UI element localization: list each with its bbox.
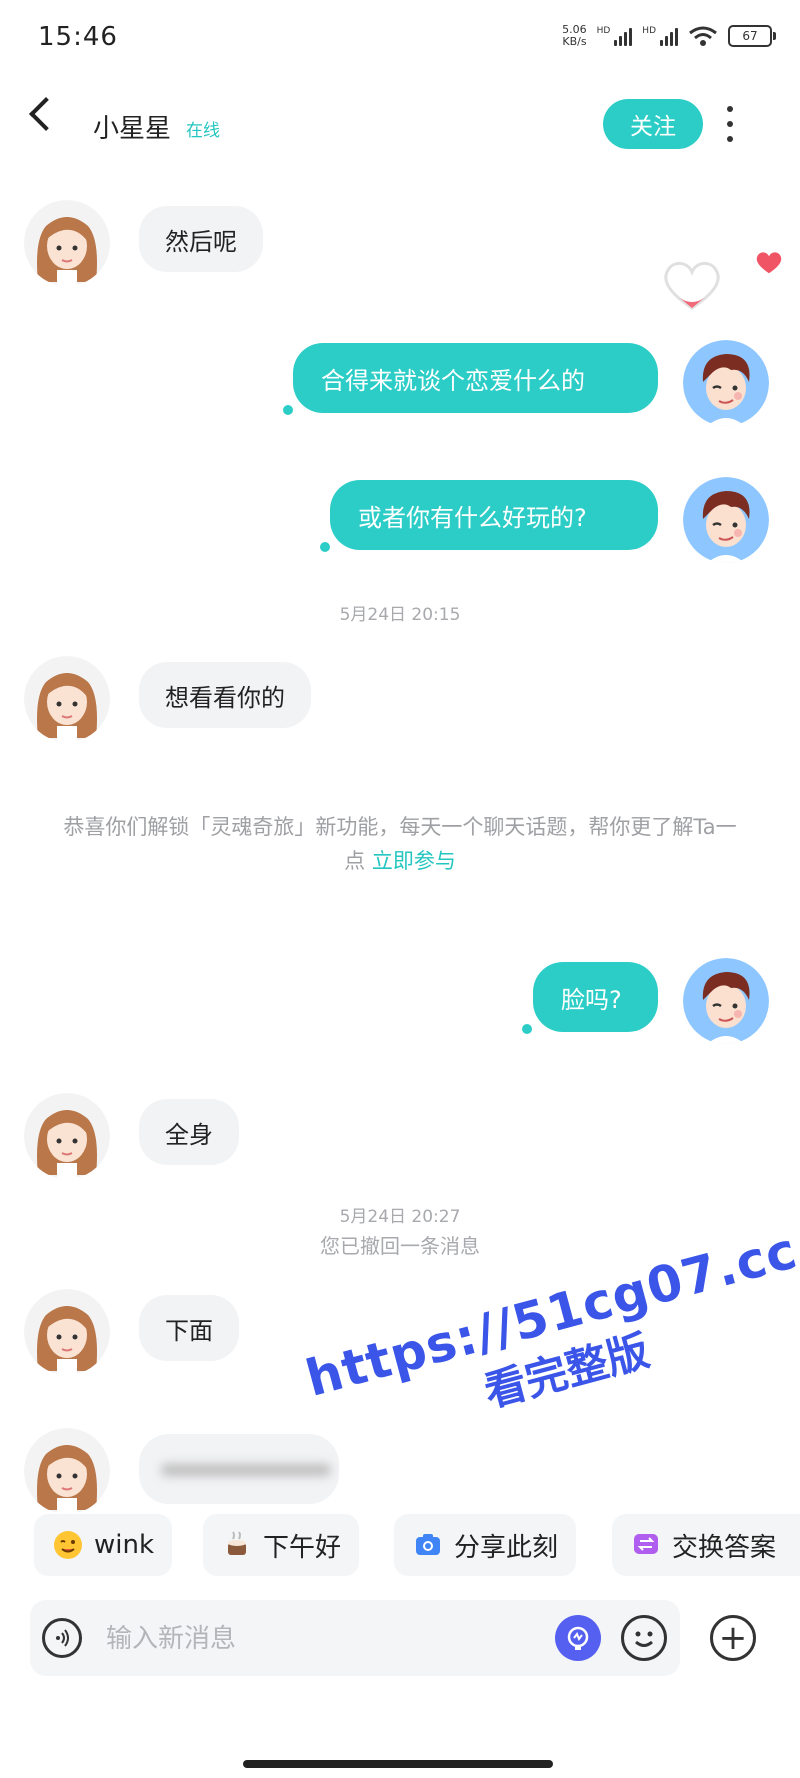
wifi-icon xyxy=(689,26,717,46)
follow-button[interactable]: 关注 xyxy=(603,99,703,149)
status-icons: 5.06 KB/s HD HD 67 xyxy=(562,23,776,48)
quick-reply-share[interactable]: 分享此刻 xyxy=(394,1514,577,1576)
my-avatar[interactable] xyxy=(683,958,769,1044)
wink-emoji-icon xyxy=(54,1531,82,1559)
join-link[interactable]: 立即参与 xyxy=(372,849,456,873)
voice-icon[interactable] xyxy=(42,1618,82,1658)
quick-reply-wink[interactable]: wink xyxy=(34,1514,173,1576)
heart-outline-icon xyxy=(664,262,720,310)
heart-icon xyxy=(756,252,782,274)
contact-avatar[interactable] xyxy=(24,1428,110,1514)
contact-avatar[interactable] xyxy=(24,1093,110,1179)
message-bubble-in: 下面 xyxy=(139,1295,239,1361)
home-indicator[interactable] xyxy=(243,1760,553,1768)
blurred-message-bubble xyxy=(139,1434,339,1504)
time-separator: 5月24日 20:27 xyxy=(339,1207,461,1227)
contact-avatar[interactable] xyxy=(24,656,110,742)
message-bubble-out: 或者你有什么好玩的? xyxy=(330,480,658,550)
read-indicator xyxy=(283,405,293,415)
quick-reply-exchange[interactable]: 交换答案 xyxy=(612,1514,800,1576)
quick-reply-afternoon[interactable]: 下午好 xyxy=(203,1514,360,1576)
camera-icon xyxy=(416,1534,440,1555)
emoji-icon[interactable] xyxy=(621,1615,667,1661)
contact-avatar[interactable] xyxy=(24,200,110,286)
contact-avatar[interactable] xyxy=(24,1289,110,1375)
read-indicator xyxy=(320,542,330,552)
signal-icon-2: HD xyxy=(642,26,678,46)
more-options-icon[interactable] xyxy=(725,106,735,142)
message-bubble-out: 合得来就谈个恋爱什么的 xyxy=(293,343,658,413)
message-input[interactable] xyxy=(104,1612,548,1666)
message-bubble-in: 然后呢 xyxy=(139,206,263,272)
net-speed: 5.06 KB/s xyxy=(562,23,587,48)
plus-icon[interactable]: + xyxy=(710,1615,756,1661)
my-avatar[interactable] xyxy=(683,340,769,426)
system-notice: 恭喜你们解锁「灵魂奇旅」新功能，每天一个聊天话题，帮你更了解Ta一点 立即参与 xyxy=(60,810,740,878)
read-indicator xyxy=(522,1024,532,1034)
back-button[interactable] xyxy=(29,97,63,131)
message-bubble-out: 脸吗? xyxy=(533,962,658,1032)
contact-name: 小星星 xyxy=(93,114,172,144)
exchange-icon xyxy=(634,1534,658,1554)
signal-icon: HD xyxy=(597,26,633,46)
online-status: 在线 xyxy=(186,121,220,141)
time-separator: 5月24日 20:15 xyxy=(339,605,461,625)
coffee-icon xyxy=(228,1531,246,1555)
ai-assistant-icon[interactable] xyxy=(555,1615,601,1661)
message-bubble-in: 想看看你的 xyxy=(139,662,311,728)
message-bubble-in: 全身 xyxy=(139,1099,239,1165)
status-time: 15:46 xyxy=(38,22,118,52)
my-avatar[interactable] xyxy=(683,477,769,563)
battery-icon: 67 xyxy=(728,25,776,47)
